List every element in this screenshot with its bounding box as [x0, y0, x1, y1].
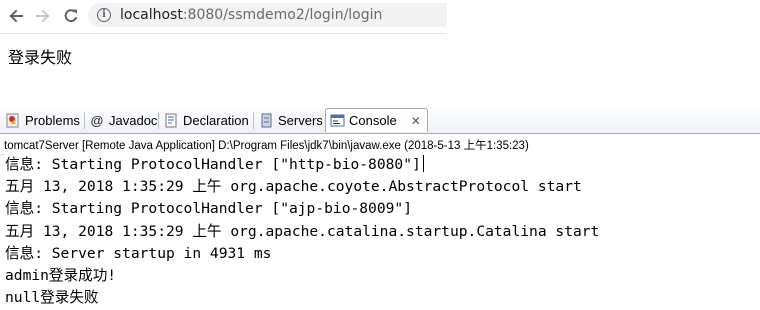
- arrow-right-icon: [36, 9, 50, 23]
- console-output[interactable]: 信息: Starting ProtocolHandler ["http-bio-…: [5, 154, 760, 310]
- tab-divider: [84, 112, 85, 129]
- console-line: 信息: Starting ProtocolHandler ["http-bio-…: [5, 154, 760, 176]
- reload-button[interactable]: [60, 5, 82, 27]
- tab-javadoc[interactable]: @ Javadoc: [86, 109, 159, 132]
- at-icon: @: [90, 113, 104, 128]
- tab-problems[interactable]: Problems: [2, 109, 85, 132]
- console-line: 信息: Server startup in 4931 ms: [5, 244, 272, 262]
- console-line: admin登录成功!: [5, 266, 117, 284]
- arrow-left-icon: [9, 9, 23, 23]
- tab-divider: [158, 112, 159, 129]
- tab-servers[interactable]: Servers: [255, 109, 325, 132]
- problems-icon: [5, 113, 21, 129]
- servers-icon: [258, 113, 274, 129]
- tab-divider: [253, 112, 254, 129]
- view-tabbar: Problems @ Javadoc Declaration Servers C…: [0, 104, 760, 134]
- tab-console[interactable]: Console ✕: [325, 108, 428, 132]
- tab-label: Problems: [25, 113, 80, 128]
- declaration-icon: [163, 113, 179, 129]
- tab-label: Javadoc: [109, 113, 158, 128]
- close-icon[interactable]: ✕: [411, 115, 421, 127]
- browser-toolbar: i localhost:8080/ssmdemo2/login/login: [0, 0, 447, 34]
- console-line: 信息: Starting ProtocolHandler ["ajp-bio-8…: [5, 200, 412, 218]
- tab-label: Servers: [278, 113, 323, 128]
- console-line: null登录失败: [5, 289, 99, 307]
- info-icon[interactable]: i: [97, 8, 111, 22]
- tab-label: Console: [349, 113, 397, 128]
- console-line: 五月 13, 2018 1:35:29 上午 org.apache.catali…: [5, 222, 600, 240]
- reload-icon: [64, 9, 78, 23]
- address-bar[interactable]: i localhost:8080/ssmdemo2/login/login: [88, 3, 447, 27]
- tab-label: Declaration: [183, 113, 249, 128]
- console-line: 五月 13, 2018 1:35:29 上午 org.apache.coyote…: [5, 178, 582, 196]
- tab-declaration[interactable]: Declaration: [160, 109, 254, 132]
- console-process-title: tomcat7Server [Remote Java Application] …: [4, 140, 529, 152]
- back-button[interactable]: [5, 5, 27, 27]
- console-process-header: tomcat7Server [Remote Java Application] …: [0, 134, 760, 155]
- url-path: :8080/ssmdemo2/login/login: [182, 7, 383, 23]
- page-message: 登录失败: [8, 48, 73, 67]
- eclipse-bottom-panel: Problems @ Javadoc Declaration Servers C…: [0, 104, 760, 310]
- text-cursor: [422, 155, 424, 172]
- console-line-text: 信息: Starting ProtocolHandler ["http-bio-…: [5, 156, 421, 173]
- console-icon: [329, 113, 345, 129]
- url-host: localhost: [120, 7, 183, 23]
- forward-button[interactable]: [32, 5, 54, 27]
- url-text: localhost:8080/ssmdemo2/login/login: [120, 7, 382, 23]
